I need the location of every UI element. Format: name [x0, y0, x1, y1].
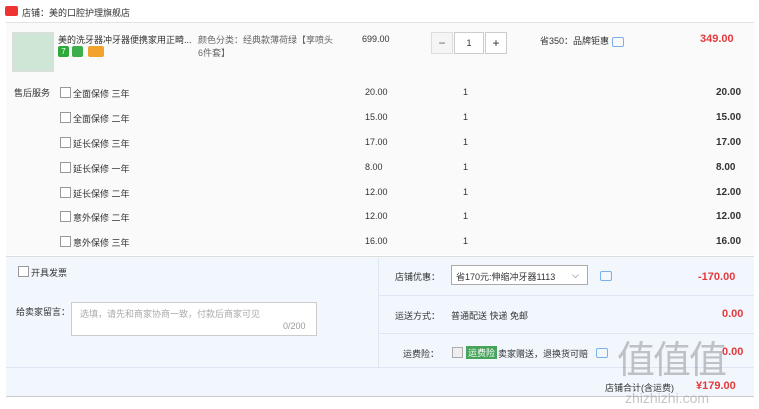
- service-label: 延长保修 三年: [73, 139, 130, 149]
- service-qty: 1: [463, 112, 469, 122]
- promo-text: 省350：品牌钜惠: [540, 36, 610, 46]
- chat-icon[interactable]: [600, 271, 612, 281]
- service-qty: 1: [463, 236, 469, 246]
- divider: [378, 258, 379, 368]
- invoice-label[interactable]: 开具发票: [31, 266, 67, 279]
- service-sum: 12.00: [716, 187, 742, 198]
- service-checkbox[interactable]: [60, 236, 71, 247]
- service-price: 15.00: [365, 112, 388, 122]
- watermark-logo: 值值值: [617, 340, 727, 382]
- service-label: 延长保修 一年: [73, 164, 130, 174]
- service-sum: 16.00: [716, 236, 742, 247]
- note-label: 给卖家留言：: [16, 307, 71, 317]
- discount-amount: -170.00: [698, 271, 736, 283]
- guarantee-icon: [72, 46, 83, 57]
- service-price: 8.00: [365, 162, 383, 172]
- note-char-count: 0/200: [283, 321, 306, 331]
- service-sum: 15.00: [716, 112, 742, 123]
- insurance-label: 运费险：: [403, 349, 440, 359]
- service-price: 17.00: [365, 137, 388, 147]
- service-label: 全面保修 三年: [73, 89, 130, 99]
- service-checkbox[interactable]: [60, 187, 71, 198]
- store-icon: [5, 6, 18, 16]
- product-spec: 颜色分类：经典款薄荷绿【享喷头6件套】: [198, 33, 338, 59]
- shop-discount-label: 店铺优惠：: [395, 272, 441, 282]
- service-qty: 1: [463, 162, 469, 172]
- service-sum: 8.00: [716, 162, 736, 173]
- service-price: 20.00: [365, 87, 388, 97]
- shipping-label: 运送方式：: [395, 311, 441, 321]
- product-title[interactable]: 美的洗牙器冲牙器便携家用正畸...: [58, 33, 193, 46]
- chevron-down-icon[interactable]: ⌵: [572, 270, 579, 281]
- store-name[interactable]: 店铺：美的口腔护理旗舰店: [22, 6, 130, 19]
- seven-day-return-icon: 7: [58, 46, 69, 57]
- insurance-checkbox: [452, 347, 463, 358]
- credit-card-icon: [88, 46, 104, 57]
- service-label: 延长保修 二年: [73, 189, 130, 199]
- service-price: 12.00: [365, 187, 388, 197]
- shipping-fee: 0.00: [722, 308, 744, 320]
- service-checkbox[interactable]: [60, 137, 71, 148]
- coupon-selected-value: 省170元:伸缩冲牙器1113: [456, 272, 556, 282]
- spec-label: 颜色分类：: [198, 35, 244, 45]
- insurance-badge: 运费险: [466, 346, 498, 359]
- watermark-text: zhizhizhi.com: [625, 390, 710, 406]
- service-sum: 17.00: [716, 137, 742, 148]
- shipping-method: 普通配送 快递 免邮: [451, 311, 529, 321]
- insurance-fee: 0.00: [722, 346, 744, 358]
- product-thumbnail[interactable]: [12, 32, 54, 72]
- after-sales-label: 售后服务: [14, 88, 51, 98]
- unit-price: 699.00: [362, 34, 390, 44]
- service-qty: 1: [463, 137, 469, 147]
- service-qty: 1: [463, 87, 469, 97]
- service-checkbox[interactable]: [60, 211, 71, 222]
- service-label: 意外保修 三年: [73, 238, 130, 248]
- quantity-decrease-button[interactable]: −: [431, 32, 453, 54]
- item-total-price: 349.00: [700, 33, 734, 45]
- chat-icon[interactable]: [612, 37, 624, 47]
- service-sum: 20.00: [716, 87, 742, 98]
- service-qty: 1: [463, 187, 469, 197]
- quantity-input[interactable]: 1: [454, 32, 484, 54]
- service-label: 全面保修 二年: [73, 114, 130, 124]
- service-checkbox[interactable]: [60, 87, 71, 98]
- insurance-text: 卖家赠送，退换货可赔: [498, 349, 589, 359]
- service-label: 意外保修 二年: [73, 213, 130, 223]
- quantity-increase-button[interactable]: +: [485, 32, 507, 54]
- service-checkbox[interactable]: [60, 112, 71, 123]
- chat-icon[interactable]: [596, 348, 608, 358]
- divider: [379, 295, 754, 296]
- invoice-checkbox[interactable]: [18, 266, 29, 277]
- service-price: 16.00: [365, 236, 388, 246]
- service-price: 12.00: [365, 211, 388, 221]
- service-qty: 1: [463, 211, 469, 221]
- note-placeholder: 选填，请先和商家协商一致，付款后商家可见: [80, 309, 261, 319]
- service-checkbox[interactable]: [60, 162, 71, 173]
- service-sum: 12.00: [716, 211, 742, 222]
